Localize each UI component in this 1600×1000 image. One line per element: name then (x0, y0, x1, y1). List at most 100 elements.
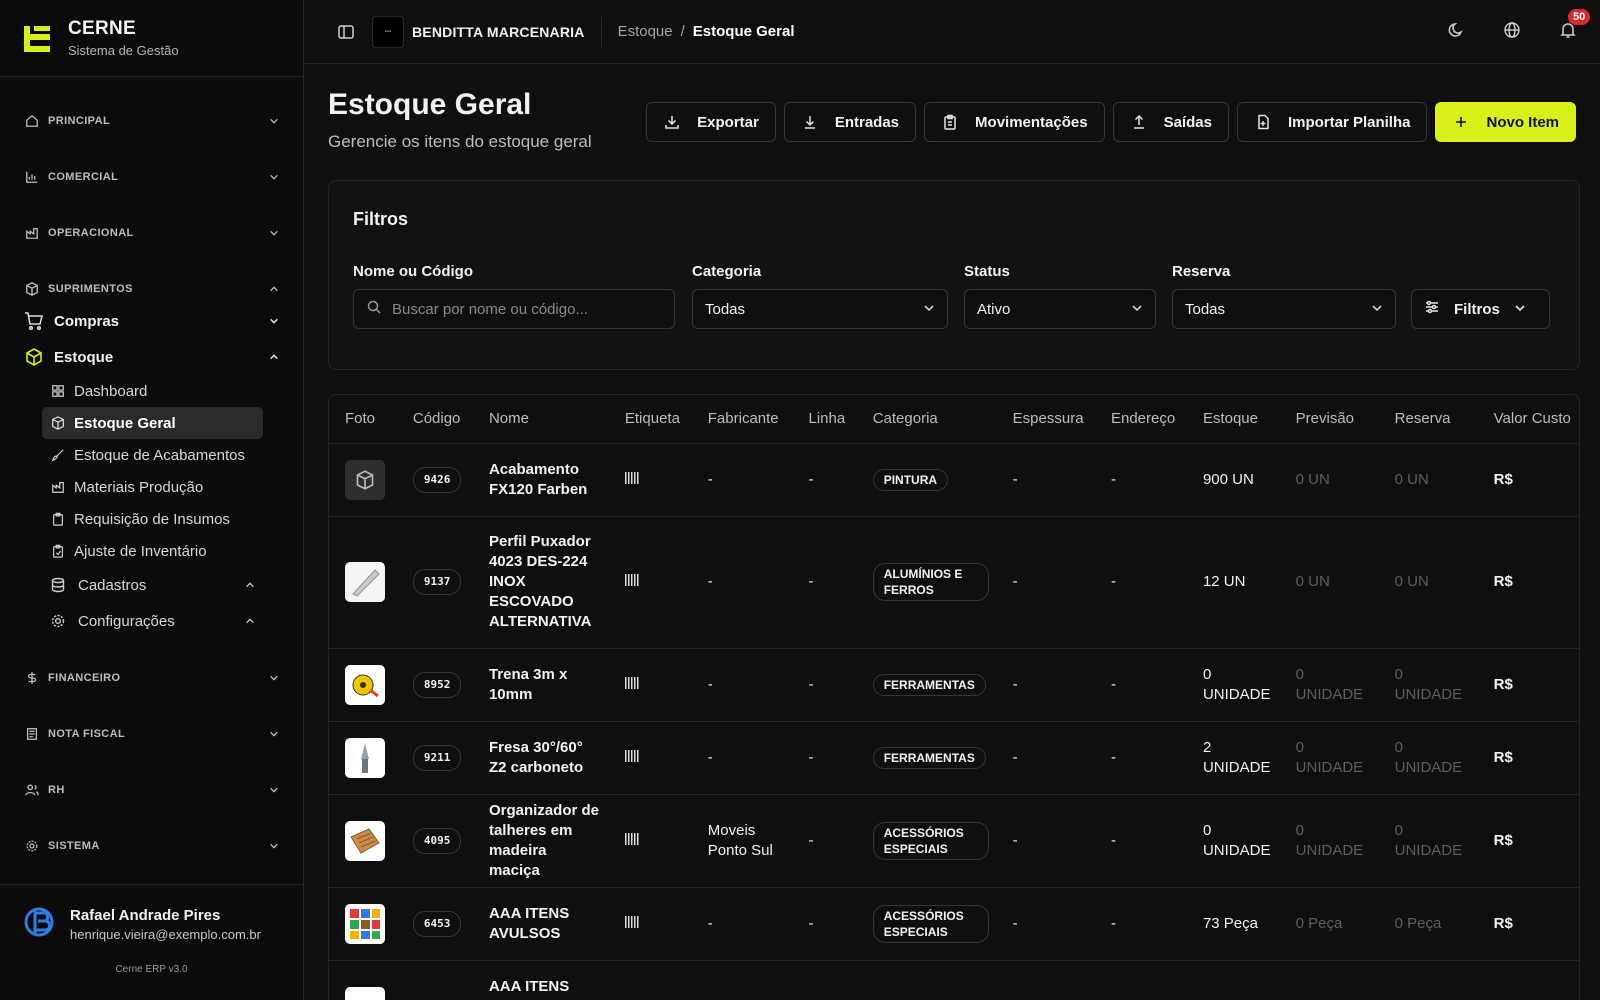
nav-section-financeiro[interactable]: FINANCEIRO (0, 650, 303, 706)
barcode-icon[interactable] (624, 574, 639, 586)
nav-section-sistema[interactable]: SISTEMA (0, 818, 303, 874)
column-header: Foto (329, 395, 397, 444)
category-select[interactable]: Todas (692, 289, 948, 329)
column-header: Código (396, 395, 473, 444)
layout-grid-icon (50, 383, 66, 399)
file-plus-icon (1254, 113, 1272, 131)
chevron-down-icon (1371, 301, 1383, 318)
new-item-button-label: Novo Item (1486, 113, 1559, 131)
box-icon (50, 415, 66, 431)
shopping-cart-icon (24, 311, 44, 331)
status-select-value: Ativo (977, 300, 1011, 318)
brush-icon (50, 447, 66, 463)
breadcrumb-separator: / (680, 23, 685, 40)
sidebar-nav: PRINCIPAL COMERCIAL OPERACIONAL SUPRIMEN… (0, 77, 303, 874)
exits-button[interactable]: Saídas (1112, 102, 1229, 142)
nav-section-operacional[interactable]: OPERACIONAL (0, 205, 303, 261)
table-row[interactable]: 9137 Perfil Puxador 4023 DES-224 INOX ES… (329, 516, 1579, 649)
chevron-down-icon (269, 228, 279, 238)
clipboard-icon (50, 511, 66, 527)
sidebar-toggle-icon[interactable] (334, 20, 358, 44)
globe-icon[interactable] (1500, 18, 1524, 42)
column-header: Nome (472, 395, 609, 444)
category-badge: ACESSÓRIOS ESPECIAIS (872, 821, 989, 860)
nav-item-compras[interactable]: Compras (0, 303, 303, 339)
new-item-button[interactable]: Novo Item (1435, 102, 1576, 142)
barcode-icon[interactable] (624, 676, 639, 689)
import-spreadsheet-button[interactable]: Importar Planilha (1236, 102, 1428, 142)
table-row[interactable]: 4095 Organizador de talheres em madeira … (329, 794, 1579, 888)
nav-section-label: PRINCIPAL (48, 115, 111, 127)
table-row[interactable]: 9211 Fresa 30°/60° Z2 carboneto - - FERR… (329, 721, 1579, 795)
item-code: 9426 (412, 466, 462, 493)
nav-section-nota-fiscal[interactable]: NOTA FISCAL (0, 706, 303, 762)
bell-icon[interactable]: 50 (1556, 9, 1591, 42)
item-espessura: - (996, 516, 1095, 649)
item-previsao: 0 UNIDADE (1279, 721, 1379, 795)
company-name[interactable]: BENDITTA MARCENARIA (412, 24, 585, 40)
table-row[interactable]: 8952 Trena 3m x 10mm - - FERRAMENTAS - -… (329, 648, 1579, 722)
inventory-table: Foto Código Nome Etiqueta Fabricante Lin… (328, 394, 1580, 1000)
barcode-icon[interactable] (624, 471, 639, 484)
more-filters-button[interactable]: Filtros (1411, 289, 1550, 329)
barcode-icon[interactable] (624, 832, 639, 845)
clipboard-check-icon (50, 543, 66, 559)
arrow-up-icon (1130, 113, 1148, 131)
entries-button-label: Entradas (834, 113, 900, 131)
nav-item-cadastros[interactable]: Cadastros (50, 567, 303, 603)
nav-leaf-label: Estoque Geral (74, 414, 176, 432)
gear-icon (24, 838, 40, 854)
item-code: 8952 (412, 671, 462, 698)
nav-leaf-dashboard[interactable]: Dashboard (42, 375, 263, 407)
nav-section-label: NOTA FISCAL (48, 728, 126, 740)
gear-icon (50, 613, 66, 629)
nav-item-label: Estoque (54, 348, 114, 366)
chevron-up-icon (269, 284, 279, 294)
chevron-down-icon (269, 785, 279, 795)
nav-section-label: OPERACIONAL (48, 227, 134, 239)
nav-section-principal[interactable]: PRINCIPAL (0, 93, 303, 149)
user-panel[interactable]: Rafael Andrade Pires henrique.vieira@exe… (0, 884, 303, 1000)
entries-button[interactable]: Entradas (783, 102, 917, 142)
nav-item-configuracoes[interactable]: Configurações (50, 603, 303, 639)
item-name: Fresa 30°/60° Z2 carboneto (472, 721, 609, 795)
item-code: 4095 (412, 827, 462, 854)
search-placeholder: Buscar por nome ou código... (392, 300, 588, 318)
table-row[interactable]: AAA ITENS (329, 960, 1579, 1000)
nav-section-label: SISTEMA (48, 840, 100, 852)
nav-item-estoque[interactable]: Estoque (0, 339, 303, 375)
product-photo (345, 986, 385, 1000)
table-row[interactable]: 9426 Acabamento FX120 Farben - - PINTURA… (329, 443, 1579, 517)
chevron-down-icon (269, 729, 279, 739)
item-reserva: 0 Peça (1378, 887, 1478, 961)
item-code (396, 960, 473, 1000)
barcode-icon[interactable] (624, 915, 639, 928)
movements-button[interactable]: Movimentações (924, 102, 1105, 142)
export-button[interactable]: Exportar (646, 102, 776, 142)
reserve-select[interactable]: Todas (1172, 289, 1396, 329)
nav-item-label: Cadastros (78, 576, 147, 594)
users-icon (24, 782, 40, 798)
nav-leaf-materiais-producao[interactable]: Materiais Produção (42, 471, 263, 503)
movements-button-label: Movimentações (975, 113, 1088, 131)
item-estoque: 900 UN (1186, 443, 1280, 517)
breadcrumb-parent[interactable]: Estoque (618, 23, 673, 40)
search-input[interactable]: Buscar por nome ou código... (353, 289, 675, 329)
product-photo (345, 562, 385, 602)
item-reserva: 0 UNIDADE (1378, 794, 1478, 888)
nav-leaf-ajuste-inventario[interactable]: Ajuste de Inventário (42, 535, 263, 567)
nav-leaf-estoque-geral[interactable]: Estoque Geral (42, 407, 263, 439)
item-previsao: 0 UNIDADE (1279, 794, 1379, 888)
status-select[interactable]: Ativo (964, 289, 1156, 329)
sidebar: CERNE Sistema de Gestão PRINCIPAL COMERC… (0, 0, 304, 1000)
nav-section-comercial[interactable]: COMERCIAL (0, 149, 303, 205)
nav-section-rh[interactable]: RH (0, 762, 303, 818)
item-valor: R$ (1477, 794, 1579, 888)
item-name: Perfil Puxador 4023 DES-224 INOX ESCOVAD… (472, 516, 609, 649)
nav-leaf-estoque-acabamentos[interactable]: Estoque de Acabamentos (42, 439, 263, 471)
more-filters-label: Filtros (1454, 300, 1500, 318)
barcode-icon[interactable] (624, 749, 639, 762)
nav-leaf-requisicao-insumos[interactable]: Requisição de Insumos (42, 503, 263, 535)
table-row[interactable]: 6453 AAA ITENS AVULSOS - - ACESSÓRIOS ES… (329, 887, 1579, 961)
moon-icon[interactable] (1444, 18, 1468, 42)
